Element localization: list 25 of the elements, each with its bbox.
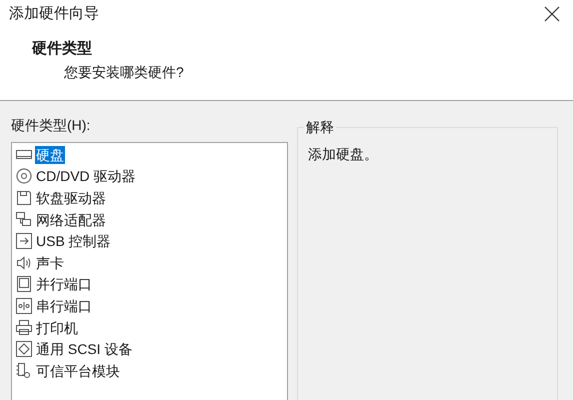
serial-port-icon	[15, 296, 33, 315]
list-item[interactable]: 声卡	[35, 254, 65, 272]
window-title: 添加硬件向导	[9, 4, 99, 24]
list-item[interactable]: 通用 SCSI 设备	[35, 340, 134, 358]
speaker-icon	[15, 254, 33, 272]
printer-icon	[15, 318, 33, 337]
page-heading: 硬件类型	[30, 38, 93, 58]
list-label: 硬件类型(H):	[11, 116, 92, 135]
list-item[interactable]: 硬盘	[35, 146, 65, 164]
list-item[interactable]: 网络适配器	[35, 210, 107, 229]
list-item[interactable]: CD/DVD 驱动器	[35, 167, 137, 186]
network-icon	[15, 210, 33, 229]
list-item[interactable]: 可信平台模块	[35, 362, 121, 380]
usb-icon	[15, 232, 33, 250]
explanation-text: 添加硬盘。	[308, 145, 379, 164]
chip-key-icon	[15, 362, 33, 380]
list-item[interactable]: 并行端口	[35, 275, 93, 294]
hardware-list[interactable]: 硬盘 CD/DVD 驱动器 软盘驱动器 网络适配器 USB 控制器 声卡 并行端口 串行端口 打印机 通用 SCSI 设备 可信平台模块	[11, 142, 288, 400]
list-item[interactable]: USB 控制器	[35, 232, 112, 250]
list-item[interactable]: 打印机	[35, 318, 79, 337]
disc-icon	[15, 167, 33, 186]
list-item[interactable]: 软盘驱动器	[35, 188, 107, 207]
page-subtitle: 您要安装哪类硬件?	[63, 63, 185, 82]
port-icon	[15, 275, 33, 294]
list-item[interactable]: 串行端口	[35, 296, 93, 315]
